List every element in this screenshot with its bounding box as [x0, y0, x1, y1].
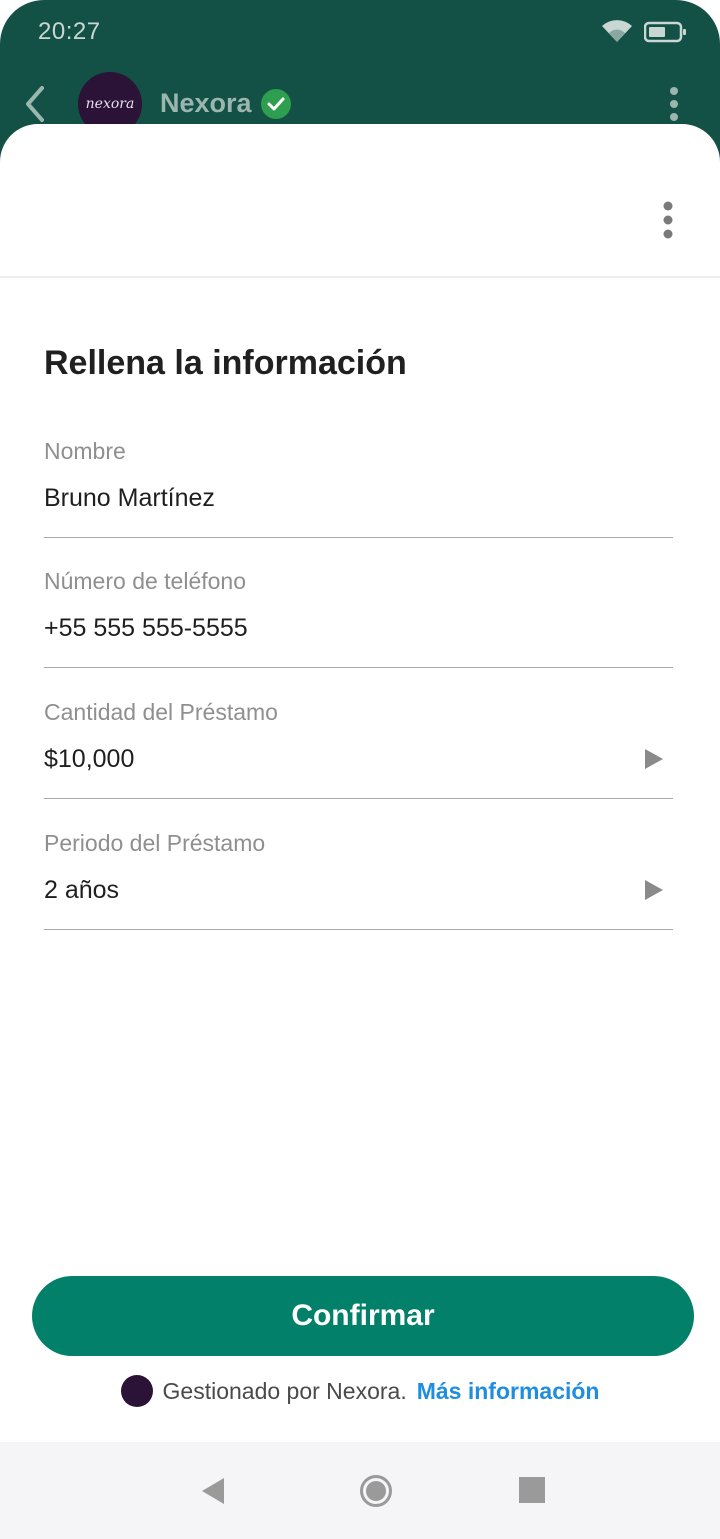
business-logo-icon: [120, 1375, 153, 1407]
battery-icon: [644, 21, 686, 43]
form-title: Rellena la información: [44, 344, 407, 382]
more-vert-icon[interactable]: [664, 86, 684, 122]
chat-title[interactable]: Nexora: [160, 88, 252, 119]
name-field[interactable]: Nombre Bruno Martínez: [44, 438, 673, 538]
field-label: Cantidad del Préstamo: [44, 699, 278, 725]
loan-amount-select[interactable]: Cantidad del Préstamo $10,000: [44, 699, 673, 799]
back-arrow-icon[interactable]: [20, 82, 50, 126]
field-value[interactable]: Bruno Martínez: [44, 484, 215, 513]
managed-by-text: Gestionado por Nexora.: [162, 1377, 407, 1404]
form-sheet: Rellena la información Nombre Bruno Mart…: [0, 124, 720, 1442]
confirm-button[interactable]: Confirmar: [32, 1276, 694, 1356]
managed-by-row: Gestionado por Nexora. Más información: [0, 1374, 720, 1408]
wifi-icon: [602, 20, 632, 42]
system-nav-bar: [0, 1442, 720, 1539]
status-bar: 20:27: [0, 0, 720, 64]
field-label: Número de teléfono: [44, 568, 247, 594]
chevron-right-icon[interactable]: [643, 878, 665, 902]
loan-period-select[interactable]: Periodo del Préstamo 2 años: [44, 830, 673, 930]
field-label: Periodo del Préstamo: [44, 830, 266, 856]
avatar-logo-text: nexora: [85, 96, 135, 112]
chevron-right-icon[interactable]: [643, 747, 665, 771]
sheet-toolbar: [0, 124, 720, 278]
nav-recents-icon[interactable]: [519, 1477, 545, 1503]
nav-home-icon[interactable]: [359, 1474, 393, 1508]
verified-check-icon: [261, 89, 291, 119]
phone-field[interactable]: Número de teléfono +55 555 555-5555: [44, 568, 673, 668]
more-info-link[interactable]: Más información: [417, 1378, 600, 1405]
status-time: 20:27: [38, 18, 101, 45]
sheet-more-vert-icon[interactable]: [658, 200, 678, 240]
phone-screen: 20:27 nexora Nexora Rellena la informaci…: [0, 0, 720, 1539]
field-value[interactable]: 2 años: [44, 876, 119, 905]
nav-back-icon[interactable]: [200, 1476, 226, 1506]
field-value[interactable]: +55 555 555-5555: [44, 614, 248, 643]
field-value[interactable]: $10,000: [44, 745, 134, 774]
field-label: Nombre: [44, 438, 126, 464]
